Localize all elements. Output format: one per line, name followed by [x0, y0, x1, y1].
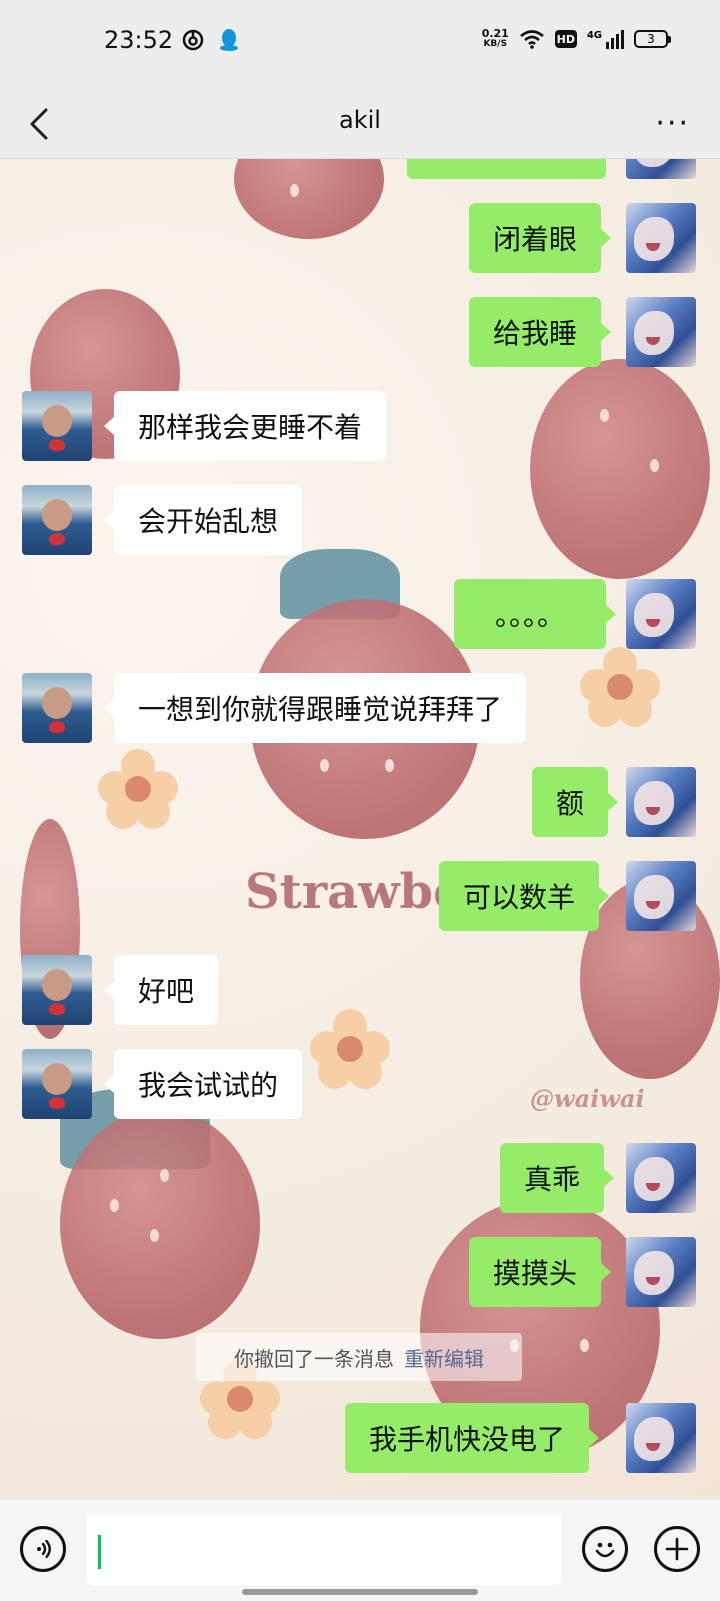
- chat-title: akil: [339, 106, 381, 134]
- message-bubble-friend[interactable]: 我会试试的: [103, 1049, 303, 1119]
- plus-icon: [665, 1537, 689, 1561]
- home-indicator[interactable]: [242, 1589, 478, 1595]
- avatar-self[interactable]: [626, 297, 696, 367]
- chat-area[interactable]: Strawberry @waiwai 闭着眼 给我睡 那样我会更睡不着 会开始乱…: [0, 159, 720, 1497]
- avatar-friend[interactable]: [22, 485, 92, 555]
- status-bar: 23:52 0.21 KB/S HD 4G 3: [0, 0, 720, 90]
- message-bubble-friend[interactable]: 一想到你就得跟睡觉说拜拜了: [103, 673, 527, 743]
- plus-button[interactable]: [654, 1526, 700, 1572]
- netease-music-icon: [182, 29, 204, 51]
- wifi-icon: [520, 30, 544, 49]
- qq-icon: [220, 29, 238, 51]
- emoji-icon: [595, 1542, 615, 1558]
- avatar-self[interactable]: [626, 159, 696, 179]
- chat-header: akil ···: [0, 90, 720, 159]
- avatar-self[interactable]: [626, 767, 696, 837]
- recall-notice-text: 你撤回了一条消息: [234, 1346, 394, 1371]
- input-bar: [0, 1498, 720, 1601]
- hd-badge: HD: [554, 30, 577, 48]
- message-bubble-friend[interactable]: 好吧: [103, 955, 219, 1025]
- battery-indicator: 3: [634, 30, 671, 48]
- message-bubble-self[interactable]: 额: [532, 767, 619, 837]
- voice-button[interactable]: [20, 1526, 66, 1572]
- voice-icon: [37, 1539, 51, 1559]
- avatar-self[interactable]: [626, 1237, 696, 1307]
- avatar-self[interactable]: [626, 861, 696, 931]
- signal-icon: 4G: [587, 29, 624, 49]
- recall-notice: 你撤回了一条消息 重新编辑: [196, 1333, 522, 1381]
- avatar-self[interactable]: [626, 1403, 696, 1473]
- message-bubble-self[interactable]: 。。。。: [454, 579, 616, 649]
- message-bubble-self[interactable]: [407, 159, 606, 179]
- avatar-friend[interactable]: [22, 955, 92, 1025]
- message-bubble-self[interactable]: 闭着眼: [469, 203, 612, 273]
- more-options-button[interactable]: ···: [655, 106, 690, 141]
- avatar-self[interactable]: [626, 579, 696, 649]
- avatar-self[interactable]: [626, 1143, 696, 1213]
- message-bubble-self[interactable]: 给我睡: [469, 297, 612, 367]
- avatar-self[interactable]: [626, 203, 696, 273]
- wallpaper-watermark: @waiwai: [530, 1084, 645, 1113]
- message-bubble-friend[interactable]: 会开始乱想: [103, 485, 303, 555]
- message-input[interactable]: [86, 1515, 562, 1585]
- message-bubble-friend[interactable]: 那样我会更睡不着: [103, 391, 387, 461]
- re-edit-link[interactable]: 重新编辑: [404, 1343, 484, 1372]
- net-speed: 0.21 KB/S: [481, 27, 509, 49]
- status-time: 23:52: [104, 26, 174, 54]
- avatar-friend[interactable]: [22, 1049, 92, 1119]
- text-caret: [98, 1535, 101, 1569]
- message-bubble-self[interactable]: 可以数羊: [439, 861, 610, 931]
- avatar-friend[interactable]: [22, 673, 92, 743]
- avatar-friend[interactable]: [22, 391, 92, 461]
- message-bubble-self[interactable]: 我手机快没电了: [345, 1403, 600, 1473]
- message-bubble-self[interactable]: 真乖: [500, 1143, 615, 1213]
- message-bubble-self[interactable]: 摸摸头: [469, 1237, 612, 1307]
- emoji-button[interactable]: [582, 1526, 628, 1572]
